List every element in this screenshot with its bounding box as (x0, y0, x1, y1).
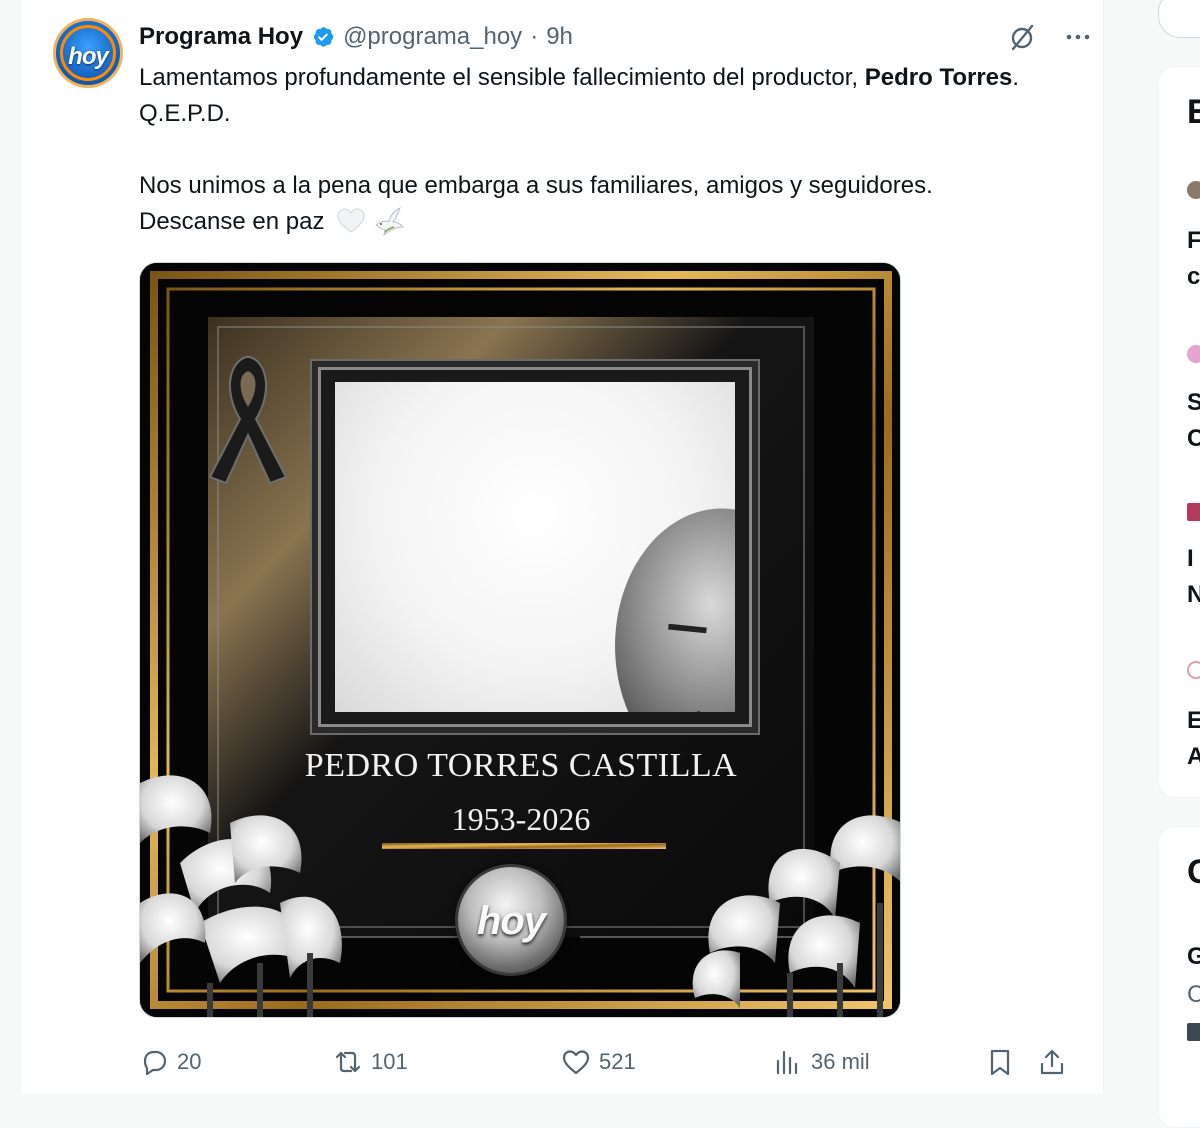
portrait-photo (335, 382, 735, 712)
sidebar-item-text[interactable]: I (1187, 545, 1194, 573)
sidebar-item-text[interactable]: A (1187, 743, 1200, 771)
retweet-button[interactable]: 101 (333, 1042, 408, 1082)
share-icon (1040, 1049, 1064, 1075)
sidebar-item-text[interactable]: c (1187, 263, 1200, 291)
sidebar-card-who-to-follow: C G C (1158, 826, 1200, 1128)
verified-badge-icon (313, 27, 334, 47)
reply-icon (143, 1050, 167, 1076)
reply-count: 20 (177, 1049, 202, 1074)
sidebar-search-box[interactable] (1158, 0, 1200, 38)
dove-emoji-icon (375, 207, 404, 237)
view-count: 36 mil (811, 1049, 870, 1074)
sidebar-item-text[interactable]: E (1187, 707, 1200, 735)
memorial-name: PEDRO TORRES CASTILLA (304, 747, 738, 784)
sidebar-card-heading: E (1187, 93, 1200, 131)
retweet-icon (335, 1051, 361, 1073)
tweet-actions: 20 101 521 36 mil (139, 1042, 1073, 1082)
sidebar-item-text[interactable]: C (1187, 981, 1200, 1009)
tweet-text-part: Lamentamos profundamente el sensible fal… (139, 64, 865, 91)
sidebar-item-text[interactable]: F (1187, 227, 1200, 255)
sidebar-item-text[interactable]: S (1187, 389, 1200, 417)
bookmark-button[interactable] (985, 1042, 1015, 1082)
sidebar-item-text[interactable]: N (1187, 581, 1200, 609)
portrait-silhouette (615, 508, 735, 712)
tweet-text-bold: Pedro Torres (864, 64, 1013, 91)
timeline-column: hoy Programa Hoy @programa_hoy · 9h Lame… (20, 0, 1104, 1094)
hoy-logo-text: hoy (476, 899, 546, 943)
reply-button[interactable]: 20 (139, 1042, 201, 1082)
views-icon (776, 1050, 798, 1075)
share-button[interactable] (1037, 1042, 1067, 1082)
memorial-image[interactable]: PEDRO TORRES CASTILLA 1953-2026 hoy (139, 262, 901, 1018)
sidebar-item-thumb (1187, 661, 1200, 679)
separator-dot: · (530, 23, 539, 50)
portrait-frame (318, 367, 752, 727)
more-icon[interactable] (1063, 22, 1093, 52)
views-button[interactable]: 36 mil (773, 1042, 870, 1082)
white-heart-emoji-icon (337, 208, 365, 233)
tweet-text-line1: Lamentamos profundamente el sensible fal… (139, 60, 1079, 132)
timestamp[interactable]: 9h (546, 23, 573, 51)
avatar[interactable]: hoy (53, 18, 123, 88)
memorial-years: 1953-2026 (451, 801, 591, 837)
tweet-text-line3: Descanse en paz (139, 204, 1079, 240)
sidebar-item-text[interactable]: G (1187, 943, 1200, 971)
like-count: 521 (599, 1049, 636, 1074)
tweet-text-line2: Nos unimos a la pena que embarga a sus f… (139, 172, 933, 199)
handle[interactable]: @programa_hoy (343, 23, 522, 51)
memorial-graphic: PEDRO TORRES CASTILLA 1953-2026 hoy (140, 263, 900, 1017)
sidebar-item-thumb (1187, 1023, 1200, 1041)
heart-icon (562, 1050, 590, 1075)
like-button[interactable]: 521 (561, 1042, 636, 1082)
retweet-count: 101 (371, 1049, 408, 1074)
right-sidebar: E F c S C I N E A C G C (1158, 0, 1200, 1128)
grok-icon[interactable] (1007, 22, 1037, 52)
bookmark-icon (990, 1049, 1010, 1076)
sidebar-item-thumb (1187, 181, 1200, 199)
header-actions (1007, 18, 1093, 56)
hoy-logo: hoy (458, 867, 564, 973)
sidebar-card-heading: C (1187, 853, 1200, 891)
tweet-content: Programa Hoy @programa_hoy · 9h Lamentam… (139, 18, 1093, 240)
sidebar-item-thumb (1187, 345, 1200, 363)
tweet-header: Programa Hoy @programa_hoy · 9h (139, 18, 1093, 56)
avatar-logo-text: hoy (68, 43, 109, 70)
sidebar-card-trends: E F c S C I N E A (1158, 66, 1200, 798)
display-name[interactable]: Programa Hoy (139, 23, 303, 51)
tweet-text-part: Descanse en paz (139, 208, 325, 235)
sidebar-item-text[interactable]: C (1187, 425, 1200, 453)
sidebar-item-thumb (1187, 503, 1200, 521)
tweet-text: Lamentamos profundamente el sensible fal… (139, 60, 1079, 240)
